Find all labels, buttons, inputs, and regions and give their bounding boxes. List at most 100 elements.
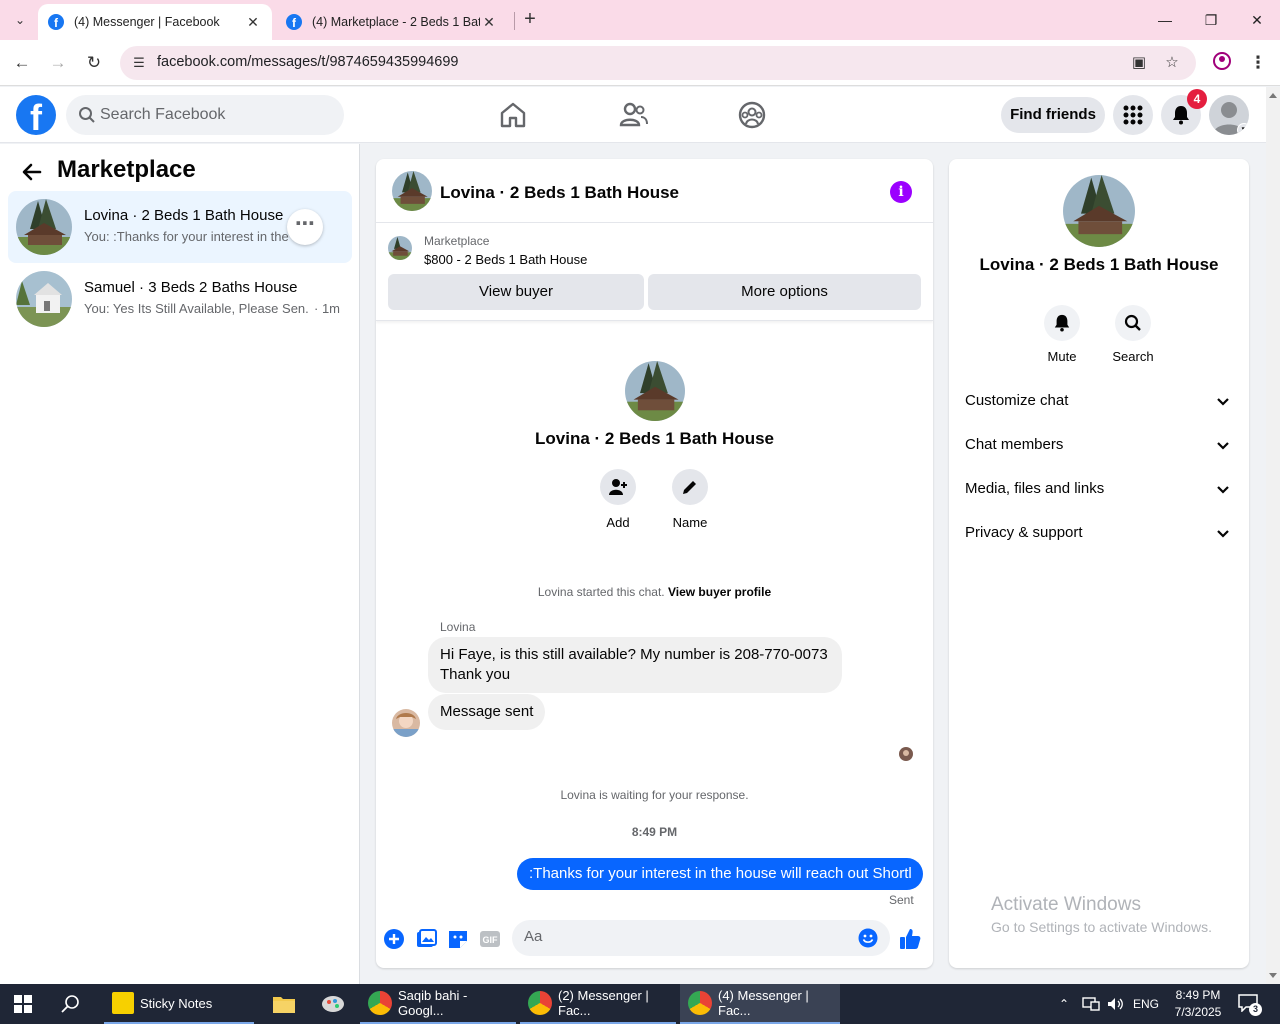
sender-avatar[interactable] — [392, 709, 420, 737]
site-info-icon[interactable]: ☰ — [130, 54, 148, 72]
action-center-icon[interactable]: 3 — [1238, 994, 1262, 1016]
chevron-down-icon — [1217, 486, 1229, 494]
back-arrow-icon[interactable] — [20, 160, 44, 184]
search-icon — [1115, 305, 1151, 341]
intro-name: Lovina · 2 Beds 1 Bath House — [535, 429, 774, 448]
menu-grid-icon[interactable] — [1113, 95, 1153, 135]
emoji-icon[interactable] — [858, 928, 878, 948]
window-close-icon[interactable]: ✕ — [1242, 8, 1272, 32]
browser-menu-icon[interactable]: ⋮ — [1246, 51, 1270, 75]
plus-circle-icon[interactable] — [382, 927, 406, 951]
volume-icon[interactable] — [1106, 984, 1124, 1024]
message-timestamp: 8:49 PM — [631, 825, 678, 839]
chevron-down-icon — [1217, 530, 1229, 538]
search-label: Search — [1112, 349, 1154, 364]
taskbar-clock[interactable]: 8:49 PM 7/3/2025 — [1170, 987, 1226, 1021]
waiting-notice: Lovina is waiting for your response. — [560, 788, 749, 802]
chat-title[interactable]: Lovina · 2 Beds 1 Bath House — [440, 183, 679, 203]
facebook-logo-icon[interactable]: f — [16, 95, 56, 135]
conversation-time: · 1m — [314, 301, 340, 316]
more-options-icon[interactable]: ⋯ — [287, 209, 323, 245]
search-icon[interactable] — [60, 993, 82, 1015]
photo-icon[interactable] — [414, 927, 438, 951]
close-tab-icon[interactable]: ✕ — [244, 14, 262, 31]
search-icon — [79, 107, 95, 123]
scroll-up-arrow-icon[interactable] — [1269, 93, 1277, 98]
friends-icon[interactable] — [617, 99, 649, 131]
new-tab-icon[interactable]: + — [518, 8, 542, 32]
more-options-button[interactable]: More options — [648, 274, 921, 310]
sticker-icon[interactable] — [446, 927, 470, 951]
back-icon[interactable]: ← — [10, 51, 34, 75]
tab-title: (4) Messenger | Facebook — [74, 15, 220, 29]
notification-count: 3 — [1249, 1003, 1262, 1016]
find-friends-button[interactable]: Find friends — [1001, 97, 1105, 133]
listing-title[interactable]: $800 - 2 Beds 1 Bath House — [424, 252, 587, 267]
tray-chevron-up-icon[interactable]: ⌃ — [1059, 984, 1069, 1024]
conversation-item-lovina[interactable]: Lovina · 2 Beds 1 Bath House You: :Thank… — [8, 191, 352, 263]
search-conversation-button[interactable]: Search — [1103, 305, 1163, 364]
bookmark-star-icon[interactable]: ☆ — [1161, 53, 1183, 73]
tab-messenger[interactable]: f (4) Messenger | Facebook ✕ — [38, 4, 272, 40]
conversation-item-samuel[interactable]: Samuel · 3 Beds 2 Baths House You: Yes I… — [8, 263, 352, 335]
message-sender: Lovina — [440, 620, 476, 634]
sent-status: Sent — [889, 893, 914, 907]
house-thumbnail — [16, 271, 72, 327]
section-media-files-links[interactable]: Media, files and links — [957, 469, 1241, 509]
scroll-down-arrow-icon[interactable] — [1269, 973, 1277, 978]
profile-account-icon[interactable] — [1210, 51, 1234, 75]
gif-icon[interactable]: GIF — [478, 927, 502, 951]
add-people-button[interactable]: Add — [588, 469, 648, 530]
section-title: Media, files and links — [965, 480, 1105, 497]
close-tab-icon[interactable]: ✕ — [480, 14, 498, 31]
taskbar-chrome-3[interactable]: (4) Messenger | Fac... — [680, 984, 840, 1024]
add-label: Add — [606, 515, 630, 530]
windows-start-icon[interactable] — [14, 995, 32, 1013]
minimize-icon[interactable]: — — [1150, 8, 1180, 32]
taskbar-chrome-1[interactable]: Saqib bahi - Googl... — [360, 984, 516, 1024]
install-app-icon[interactable]: ▣ — [1128, 53, 1150, 73]
section-customize-chat[interactable]: Customize chat — [957, 381, 1241, 421]
intro-avatar — [625, 361, 685, 421]
section-title: Customize chat — [965, 392, 1069, 409]
view-buyer-button[interactable]: View buyer — [388, 274, 644, 310]
tab-marketplace[interactable]: f (4) Marketplace - 2 Beds 1 Bath ✕ — [276, 4, 508, 40]
mute-button[interactable]: Mute — [1032, 305, 1092, 364]
chrome-icon — [528, 991, 552, 1015]
outgoing-message[interactable]: :Thanks for your interest in the house w… — [517, 858, 923, 890]
incoming-message[interactable]: Hi Faye, is this still available? My num… — [428, 637, 842, 693]
details-name: Lovina · 2 Beds 1 Bath House — [979, 255, 1219, 274]
view-buyer-profile-link[interactable]: View buyer profile — [668, 585, 771, 599]
reload-icon[interactable]: ↻ — [82, 51, 106, 75]
taskbar-sticky-notes[interactable]: Sticky Notes — [104, 984, 254, 1024]
page-scrollbar[interactable] — [1266, 87, 1280, 984]
tab-title: (4) Marketplace - 2 Beds 1 Bath — [312, 15, 480, 29]
taskbar-app[interactable] — [312, 984, 356, 1024]
info-icon[interactable]: i — [890, 181, 912, 203]
section-chat-members[interactable]: Chat members — [957, 425, 1241, 465]
section-title: Privacy & support — [965, 524, 1083, 541]
home-icon[interactable] — [497, 99, 529, 131]
input-language[interactable]: ENG — [1133, 984, 1159, 1024]
message-input-box[interactable] — [512, 920, 890, 956]
omnibox[interactable]: ☰ facebook.com/messages/t/98746594359946… — [120, 46, 1196, 80]
taskbar-label: Saqib bahi - Googl... — [398, 988, 468, 1018]
url-text[interactable]: facebook.com/messages/t/9874659435994699 — [157, 54, 459, 70]
edit-name-button[interactable]: Name — [660, 469, 720, 530]
section-privacy-support[interactable]: Privacy & support — [957, 513, 1241, 553]
taskbar-file-explorer[interactable] — [264, 984, 308, 1024]
taskbar-chrome-2[interactable]: (2) Messenger | Fac... — [520, 984, 676, 1024]
facebook-favicon-icon: f — [286, 14, 302, 30]
tab-search-chevron-icon[interactable]: ⌄ — [6, 8, 34, 32]
restore-icon[interactable]: ❐ — [1196, 8, 1226, 32]
chat-avatar[interactable] — [392, 171, 432, 211]
incoming-message[interactable]: Message sent — [428, 694, 546, 730]
address-toolbar: ← → ↻ ☰ facebook.com/messages/t/98746594… — [0, 40, 1280, 86]
message-input[interactable] — [524, 928, 844, 945]
facebook-search[interactable]: Search Facebook — [66, 95, 344, 135]
groups-icon[interactable] — [736, 99, 768, 131]
forward-icon[interactable]: → — [46, 51, 70, 75]
network-icon[interactable] — [1082, 984, 1100, 1024]
thumbs-up-icon[interactable] — [898, 927, 922, 951]
account-avatar[interactable]: ▼ — [1209, 95, 1249, 135]
